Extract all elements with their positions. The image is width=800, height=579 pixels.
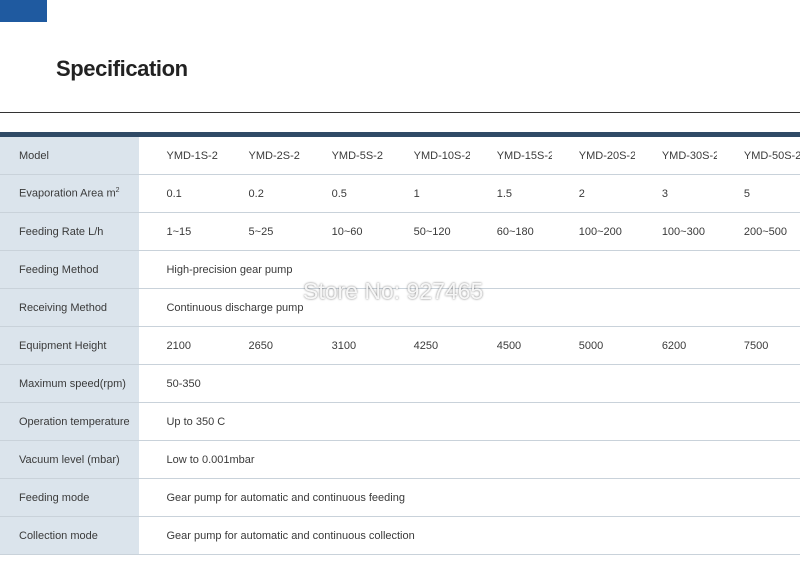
table-cell: YMD-15S-2 (469, 137, 552, 175)
table-row: Vacuum level (mbar) Low to 0.001mbar (0, 440, 800, 479)
row-label-text: Vacuum level (mbar) (19, 453, 120, 466)
table-cell: 0.1 (139, 174, 222, 213)
table-cell: 100~300 (634, 212, 717, 251)
row-label: Equipment Height (0, 326, 140, 365)
table-cell: YMD-10S-2 (386, 137, 470, 175)
row-label: Feeding mode (0, 478, 140, 517)
row-label-text: Feeding Rate L/h (19, 225, 104, 238)
row-label-text: Model (19, 149, 49, 162)
table-row: Equipment Height 2100 2650 3100 4250 4500 5000… (0, 326, 800, 365)
row-label: Vacuum level (mbar) (0, 440, 140, 479)
table-cell: 0.2 (221, 174, 305, 213)
table-cell: 1 (386, 174, 470, 213)
table-cell-merged: Gear pump for automatic and continuous c… (139, 516, 800, 555)
table-cell: YMD-20S-2 (551, 137, 635, 175)
table-cell: 4500 (469, 326, 552, 365)
table-cell: 5000 (551, 326, 635, 365)
watermark: Store No: 927465 (303, 278, 484, 304)
row-label: Receiving Method (0, 288, 140, 327)
page-title: Specification (56, 56, 188, 81)
table-cell-merged: Up to 350 C (139, 402, 800, 441)
table-cell: 3100 (304, 326, 387, 365)
row-label-text: Maximum speed(rpm) (19, 377, 126, 390)
row-label: Operation temperature (0, 402, 140, 441)
row-label-text: Feeding Method (19, 263, 99, 276)
table-cell: 2650 (221, 326, 305, 365)
row-label-text: Equipment Height (19, 339, 107, 352)
row-label: Maximum speed(rpm) (0, 364, 140, 403)
table-cell: 60~180 (469, 212, 552, 251)
table-cell: 3 (634, 174, 717, 213)
row-label: Collection mode (0, 516, 140, 555)
table-cell: 0.5 (304, 174, 387, 213)
table-cell-merged: Gear pump for automatic and continuous f… (139, 478, 800, 517)
table-cell: 2100 (139, 326, 222, 365)
table-cell: 1.5 (469, 174, 552, 213)
table-cell: 100~200 (551, 212, 635, 251)
row-label: Feeding Method (0, 250, 140, 289)
row-label: Feeding Rate L/h (0, 212, 140, 251)
table-row: Maximum speed(rpm) 50-350 (0, 364, 800, 403)
table-cell: YMD-5S-2 (304, 137, 387, 175)
row-label: Model (0, 137, 140, 175)
table-cell: YMD-50S-2 (716, 137, 800, 175)
table-cell: 1~15 (139, 212, 222, 251)
table-cell-merged: Low to 0.001mbar (139, 440, 800, 479)
accent-block (0, 0, 47, 22)
row-label-text: Collection mode (19, 529, 98, 542)
table-cell: YMD-30S-2 (634, 137, 717, 175)
table-cell: 5~25 (221, 212, 305, 251)
table-cell: 5 (716, 174, 800, 213)
row-label: Evaporation Area m2 (0, 174, 140, 213)
row-label-superscript: 2 (115, 187, 120, 195)
table-row: Feeding Rate L/h 1~15 5~25 10~60 50~120 60~18… (0, 212, 800, 251)
table-cell: 6200 (634, 326, 717, 365)
table-cell: 10~60 (304, 212, 387, 251)
table-row: Operation temperature Up to 350 C (0, 402, 800, 441)
table-cell: 7500 (716, 326, 800, 365)
row-label-text: Operation temperature (19, 415, 130, 428)
table-row: Collection mode Gear pump for automatic a… (0, 516, 800, 555)
table-cell: 2 (551, 174, 635, 213)
table-cell: 4250 (386, 326, 470, 365)
spec-table: Model YMD-1S-2 YMD-2S-2 YMD-5S-2 YMD-10S-2 YM… (0, 137, 800, 555)
row-label-text: Receiving Method (19, 301, 108, 314)
table-cell: YMD-1S-2 (139, 137, 222, 175)
table-cell-merged: 50-350 (139, 364, 800, 403)
table-row: Evaporation Area m2 0.1 0.2 0.5 1 1.5 2 3 5 (0, 174, 800, 213)
divider (0, 112, 800, 113)
table-row: Feeding mode Gear pump for automatic and … (0, 478, 800, 517)
table-cell: YMD-2S-2 (221, 137, 305, 175)
row-label-text: Feeding mode (19, 491, 90, 504)
table-cell: 50~120 (386, 212, 470, 251)
row-label-text: Evaporation Area m (19, 187, 116, 200)
table-row: Model YMD-1S-2 YMD-2S-2 YMD-5S-2 YMD-10S-2 YM… (0, 137, 800, 175)
table-cell: 200~500 (716, 212, 800, 251)
